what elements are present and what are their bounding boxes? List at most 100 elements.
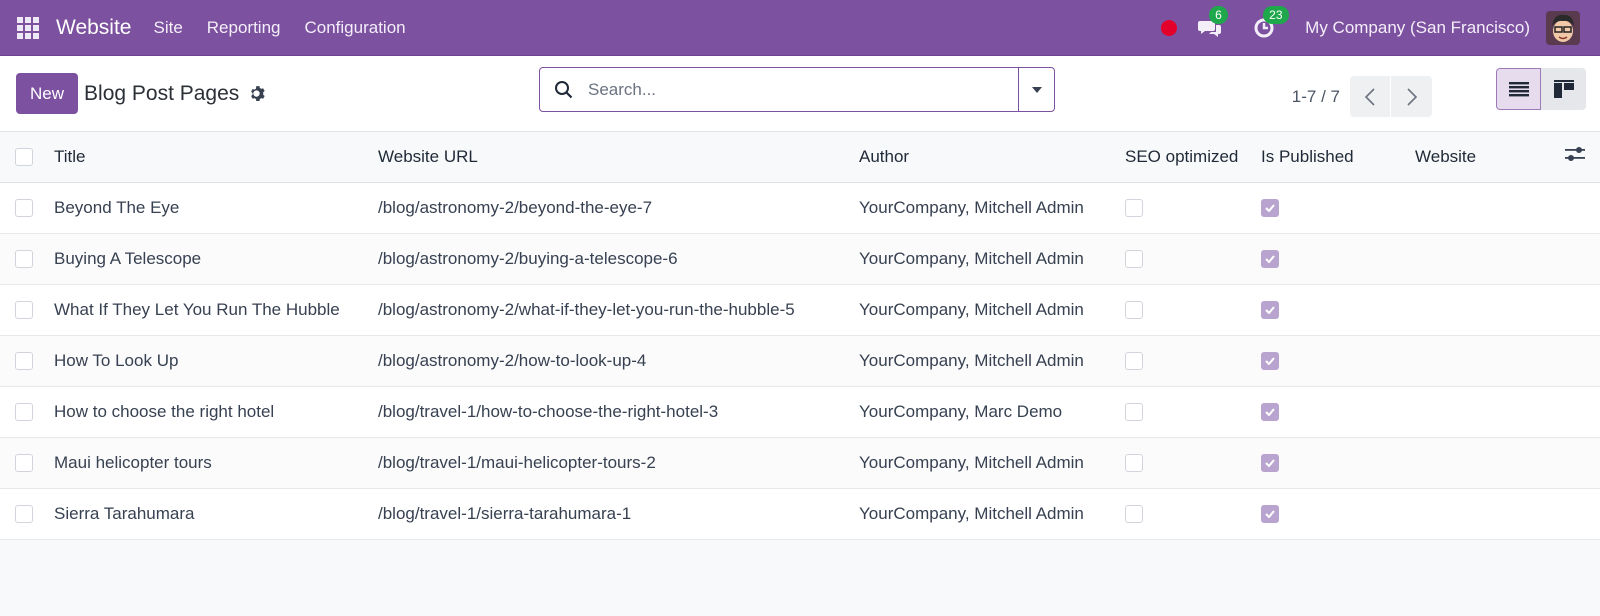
cell-website[interactable]	[1415, 335, 1550, 387]
is-published-checkbox	[1261, 250, 1279, 269]
pager-value[interactable]: 1-7 / 7	[1292, 87, 1340, 107]
seo-optimized-checkbox	[1125, 199, 1143, 218]
cell-author[interactable]: YourCompany, Mitchell Admin	[859, 335, 1125, 387]
cell-website[interactable]	[1415, 233, 1550, 285]
status-indicator-icon[interactable]	[1161, 19, 1178, 36]
cell-author[interactable]: YourCompany, Mitchell Admin	[859, 182, 1125, 234]
seo-optimized-checkbox	[1125, 505, 1143, 524]
cell-author[interactable]: YourCompany, Mitchell Admin	[859, 437, 1125, 489]
row-select-checkbox[interactable]	[15, 352, 33, 371]
kanban-icon	[1553, 80, 1574, 98]
list-view-button[interactable]	[1496, 68, 1541, 110]
row-select-checkbox[interactable]	[15, 199, 33, 218]
search-options-toggle[interactable]	[1018, 68, 1054, 111]
cell-website-url[interactable]: /blog/travel-1/maui-helicopter-tours-2	[378, 437, 859, 489]
check-icon	[1265, 408, 1275, 417]
column-header-website[interactable]: Website	[1415, 132, 1550, 183]
table-row[interactable]: How to choose the right hotel /blog/trav…	[0, 386, 1600, 438]
cell-website[interactable]	[1415, 488, 1550, 540]
activities-button[interactable]: 23	[1251, 5, 1289, 40]
cell-website-url[interactable]: /blog/astronomy-2/buying-a-telescope-6	[378, 233, 859, 285]
is-published-checkbox	[1261, 199, 1279, 218]
menu-site[interactable]: Site	[153, 18, 182, 38]
cell-author[interactable]: YourCompany, Marc Demo	[859, 386, 1125, 438]
blog-pages-table: Title Website URL Author SEO optimized I…	[0, 132, 1600, 540]
check-icon	[1265, 204, 1275, 213]
view-switcher	[1496, 68, 1586, 110]
check-icon	[1265, 459, 1275, 468]
is-published-checkbox	[1261, 454, 1279, 473]
cell-author[interactable]: YourCompany, Mitchell Admin	[859, 488, 1125, 540]
column-header-author[interactable]: Author	[859, 132, 1125, 183]
kanban-view-button[interactable]	[1541, 68, 1586, 110]
seo-optimized-checkbox	[1125, 454, 1143, 473]
row-select-checkbox[interactable]	[15, 454, 33, 473]
apps-grid-icon	[17, 16, 39, 39]
cell-author[interactable]: YourCompany, Mitchell Admin	[859, 284, 1125, 336]
pager-previous-button[interactable]	[1350, 76, 1391, 117]
is-published-checkbox	[1261, 403, 1279, 422]
cell-website[interactable]	[1415, 182, 1550, 234]
optional-columns-toggle[interactable]	[1550, 132, 1600, 183]
table-row[interactable]: How To Look Up /blog/astronomy-2/how-to-…	[0, 335, 1600, 387]
messages-button[interactable]: 6	[1197, 5, 1228, 40]
column-header-seo-optimized[interactable]: SEO optimized	[1125, 132, 1261, 183]
menu-configuration[interactable]: Configuration	[305, 18, 406, 38]
cell-website[interactable]	[1415, 437, 1550, 489]
row-select-checkbox[interactable]	[15, 250, 33, 269]
chevron-left-icon	[1364, 87, 1375, 106]
gear-icon[interactable]	[248, 85, 265, 102]
check-icon	[1265, 357, 1275, 366]
cell-title[interactable]: Maui helicopter tours	[54, 437, 378, 489]
row-select-checkbox[interactable]	[15, 505, 33, 524]
column-header-website-url[interactable]: Website URL	[378, 132, 859, 183]
company-switcher[interactable]: My Company (San Francisco)	[1305, 18, 1530, 38]
seo-optimized-checkbox	[1125, 250, 1143, 269]
check-icon	[1265, 306, 1275, 315]
cell-title[interactable]: Buying A Telescope	[54, 233, 378, 285]
search-input[interactable]	[588, 79, 1018, 100]
caret-down-icon	[1031, 86, 1042, 93]
avatar-icon	[1552, 14, 1574, 42]
cell-author[interactable]: YourCompany, Mitchell Admin	[859, 233, 1125, 285]
check-icon	[1265, 255, 1275, 264]
cell-title[interactable]: How to choose the right hotel	[54, 386, 378, 438]
select-all-checkbox[interactable]	[15, 148, 33, 167]
table-row[interactable]: Sierra Tarahumara /blog/travel-1/sierra-…	[0, 488, 1600, 540]
cell-website[interactable]	[1415, 386, 1550, 438]
table-row[interactable]: Maui helicopter tours /blog/travel-1/mau…	[0, 437, 1600, 489]
table-row[interactable]: Buying A Telescope /blog/astronomy-2/buy…	[0, 233, 1600, 285]
pager-next-button[interactable]	[1391, 76, 1432, 117]
cell-website-url[interactable]: /blog/travel-1/sierra-tarahumara-1	[378, 488, 859, 540]
cell-website-url[interactable]: /blog/travel-1/how-to-choose-the-right-h…	[378, 386, 859, 438]
cell-title[interactable]: What If They Let You Run The Hubble	[54, 284, 378, 336]
column-header-title[interactable]: Title	[54, 132, 378, 183]
seo-optimized-checkbox	[1125, 301, 1143, 320]
row-select-checkbox[interactable]	[15, 403, 33, 422]
seo-optimized-checkbox	[1125, 352, 1143, 371]
new-button[interactable]: New	[16, 73, 79, 114]
cell-title[interactable]: How To Look Up	[54, 335, 378, 387]
seo-optimized-checkbox	[1125, 403, 1143, 422]
row-select-checkbox[interactable]	[15, 301, 33, 320]
top-navbar: Website Site Reporting Configuration 6 2…	[0, 0, 1600, 56]
apps-menu-button[interactable]	[0, 16, 56, 39]
is-published-checkbox	[1261, 301, 1279, 320]
cell-website-url[interactable]: /blog/astronomy-2/how-to-look-up-4	[378, 335, 859, 387]
table-header: Title Website URL Author SEO optimized I…	[0, 132, 1600, 183]
table-row[interactable]: What If They Let You Run The Hubble /blo…	[0, 284, 1600, 336]
column-header-is-published[interactable]: Is Published	[1261, 132, 1415, 183]
list-icon	[1508, 82, 1529, 97]
cell-title[interactable]: Beyond The Eye	[54, 182, 378, 234]
activities-badge: 23	[1263, 5, 1289, 24]
user-avatar[interactable]	[1546, 10, 1580, 45]
search-bar	[539, 67, 1055, 112]
table-row[interactable]: Beyond The Eye /blog/astronomy-2/beyond-…	[0, 182, 1600, 234]
chevron-right-icon	[1406, 87, 1417, 106]
cell-website-url[interactable]: /blog/astronomy-2/what-if-they-let-you-r…	[378, 284, 859, 336]
menu-reporting[interactable]: Reporting	[207, 18, 281, 38]
cell-website[interactable]	[1415, 284, 1550, 336]
cell-title[interactable]: Sierra Tarahumara	[54, 488, 378, 540]
cell-website-url[interactable]: /blog/astronomy-2/beyond-the-eye-7	[378, 182, 859, 234]
app-name[interactable]: Website	[56, 16, 131, 40]
